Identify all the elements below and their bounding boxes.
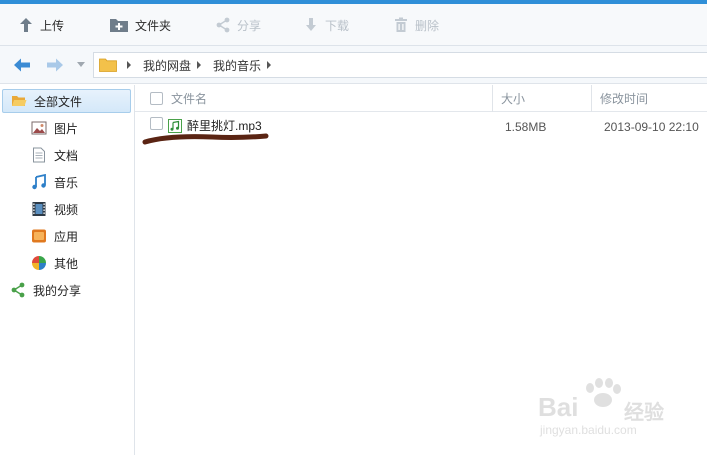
sidebar-item-pictures[interactable]: 图片 — [0, 116, 134, 140]
sidebar-item-label: 全部文件 — [34, 94, 83, 109]
arrow-right-icon — [47, 58, 63, 72]
paw-logo-icon — [586, 378, 621, 407]
breadcrumb-item-my-music[interactable]: 我的音乐 — [213, 57, 261, 74]
folder-icon — [99, 58, 117, 72]
file-modified-time: 2013-09-10 22:10 — [604, 120, 699, 134]
document-icon — [33, 147, 45, 163]
download-label: 下载 — [325, 18, 350, 33]
app-icon — [32, 229, 46, 243]
column-header-name[interactable]: 文件名 — [171, 85, 207, 112]
breadcrumb-item-my-netdisk[interactable]: 我的网盘 — [143, 57, 191, 74]
watermark-brand-cn: 经验 — [624, 402, 664, 424]
sidebar-item-label: 图片 — [54, 121, 79, 136]
folder-plus-icon — [110, 19, 128, 32]
share-button[interactable]: 分享 — [215, 12, 261, 38]
sidebar-item-music[interactable]: 音乐 — [0, 170, 134, 194]
delete-button[interactable]: 删除 — [393, 12, 439, 38]
file-size: 1.58MB — [505, 120, 547, 134]
navigation-bar: 我的网盘 我的音乐 — [0, 46, 707, 84]
sidebar-item-label: 音乐 — [54, 175, 79, 190]
new-folder-label: 文件夹 — [135, 18, 172, 33]
history-dropdown[interactable] — [71, 55, 91, 75]
column-header-size[interactable]: 大小 — [501, 85, 525, 112]
upload-label: 上传 — [40, 18, 65, 33]
sidebar-item-other[interactable]: 其他 — [0, 251, 134, 275]
download-icon — [306, 18, 316, 31]
new-folder-button[interactable]: 文件夹 — [109, 12, 171, 38]
film-icon — [32, 202, 46, 216]
underline-scribble — [142, 133, 269, 145]
forward-button[interactable] — [45, 55, 65, 75]
breadcrumb: 我的网盘 我的音乐 — [93, 52, 707, 78]
upload-icon — [20, 18, 32, 32]
sidebar-item-apps[interactable]: 应用 — [0, 224, 134, 248]
sidebar-item-documents[interactable]: 文档 — [0, 143, 134, 167]
music-note-icon — [32, 174, 46, 190]
toolbar: 上传 文件夹 分享 下载 删除 — [0, 4, 707, 46]
sidebar-item-label: 视频 — [54, 202, 79, 217]
sidebar: 全部文件 图片 文档 音乐 视频 应用 其他 我的分享 — [0, 85, 135, 455]
trash-icon — [395, 17, 407, 32]
sidebar-item-label: 我的分享 — [33, 283, 82, 298]
share-icon — [216, 17, 230, 33]
watermark-brand: Bai — [538, 392, 579, 422]
folder-open-icon — [12, 96, 27, 106]
column-divider[interactable] — [591, 85, 592, 112]
sidebar-item-all-files[interactable]: 全部文件 — [2, 89, 131, 113]
sidebar-item-label: 应用 — [54, 229, 79, 244]
sidebar-item-label: 文档 — [54, 148, 79, 163]
baidu-jingyan-watermark: Bai 经验 jingyan.baidu.com — [538, 378, 698, 440]
breadcrumb-separator — [267, 61, 272, 69]
watermark-url: jingyan.baidu.com — [540, 423, 637, 437]
download-button[interactable]: 下载 — [303, 12, 349, 38]
share-icon — [11, 282, 25, 298]
column-divider[interactable] — [492, 85, 493, 112]
breadcrumb-separator — [127, 61, 131, 69]
arrow-left-icon — [14, 58, 30, 72]
list-header: 文件名 大小 修改时间 — [135, 85, 707, 112]
chevron-down-icon — [77, 62, 85, 67]
select-all-checkbox-cell — [150, 85, 163, 112]
back-button[interactable] — [12, 55, 32, 75]
sidebar-item-videos[interactable]: 视频 — [0, 197, 134, 221]
share-label: 分享 — [237, 18, 262, 33]
picture-icon — [31, 121, 47, 135]
breadcrumb-separator — [197, 61, 202, 69]
delete-label: 删除 — [415, 18, 440, 33]
other-icon — [32, 256, 46, 270]
select-all-checkbox[interactable] — [150, 92, 163, 105]
upload-button[interactable]: 上传 — [18, 12, 64, 38]
sidebar-item-label: 其他 — [54, 256, 79, 271]
sidebar-item-my-shares[interactable]: 我的分享 — [0, 278, 134, 302]
column-header-modified[interactable]: 修改时间 — [600, 85, 648, 112]
